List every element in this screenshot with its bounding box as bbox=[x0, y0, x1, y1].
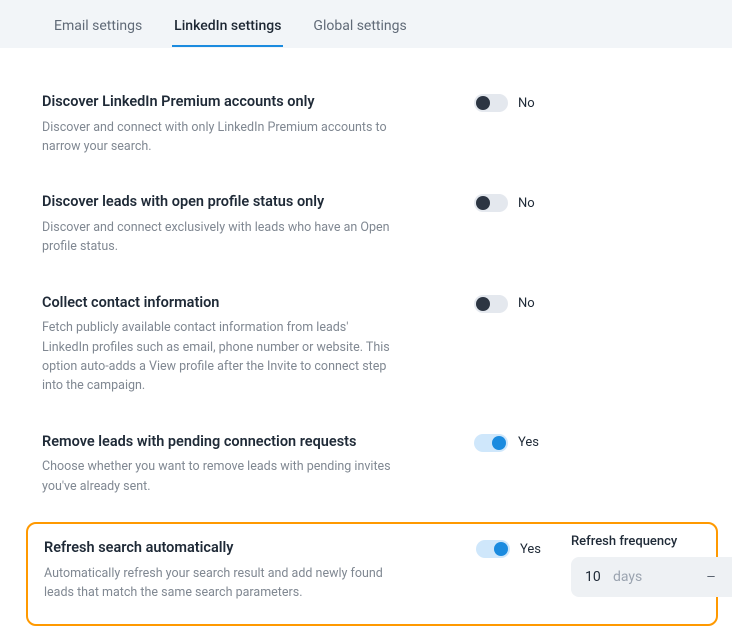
setting-desc: Discover and connect exclusively with le… bbox=[42, 218, 392, 257]
toggle-label: No bbox=[518, 96, 535, 111]
setting-desc: Choose whether you want to remove leads … bbox=[42, 457, 392, 496]
setting-title: Collect contact information bbox=[42, 293, 412, 313]
stepper-decrement[interactable]: − bbox=[697, 563, 725, 591]
refresh-frequency-stepper: 10 days − + bbox=[571, 557, 732, 597]
setting-title: Discover LinkedIn Premium accounts only bbox=[42, 92, 412, 112]
tab-bar: Email settings LinkedIn settings Global … bbox=[0, 0, 732, 48]
setting-desc: Discover and connect with only LinkedIn … bbox=[42, 118, 392, 157]
setting-contact-info: Collect contact information Fetch public… bbox=[42, 277, 702, 416]
setting-remove-pending: Remove leads with pending connection req… bbox=[42, 416, 702, 516]
toggle-label: Yes bbox=[520, 542, 541, 557]
stepper-increment[interactable]: + bbox=[725, 563, 732, 591]
setting-desc: Automatically refresh your search result… bbox=[44, 564, 394, 603]
toggle-refresh[interactable] bbox=[476, 540, 510, 558]
setting-title: Discover leads with open profile status … bbox=[42, 192, 412, 212]
toggle-label: Yes bbox=[518, 435, 539, 450]
setting-title: Refresh search automatically bbox=[44, 538, 414, 558]
stepper-value: 10 bbox=[585, 569, 613, 585]
setting-open-profile: Discover leads with open profile status … bbox=[42, 176, 702, 276]
toggle-open-profile[interactable] bbox=[474, 194, 508, 212]
setting-title: Remove leads with pending connection req… bbox=[42, 432, 412, 452]
toggle-label: No bbox=[518, 196, 535, 211]
toggle-label: No bbox=[518, 296, 535, 311]
setting-desc: Fetch publicly available contact informa… bbox=[42, 318, 392, 396]
tab-email-settings[interactable]: Email settings bbox=[52, 10, 144, 47]
stepper-unit: days bbox=[613, 569, 697, 585]
toggle-premium[interactable] bbox=[474, 94, 508, 112]
setting-refresh-highlight: Refresh search automatically Automatical… bbox=[26, 522, 718, 626]
tab-global-settings[interactable]: Global settings bbox=[311, 10, 408, 47]
setting-premium: Discover LinkedIn Premium accounts only … bbox=[42, 76, 702, 176]
refresh-frequency-label: Refresh frequency bbox=[571, 534, 732, 549]
toggle-remove-pending[interactable] bbox=[474, 434, 508, 452]
toggle-contact-info[interactable] bbox=[474, 295, 508, 313]
settings-content: Discover LinkedIn Premium accounts only … bbox=[0, 48, 732, 626]
tab-linkedin-settings[interactable]: LinkedIn settings bbox=[172, 10, 283, 47]
